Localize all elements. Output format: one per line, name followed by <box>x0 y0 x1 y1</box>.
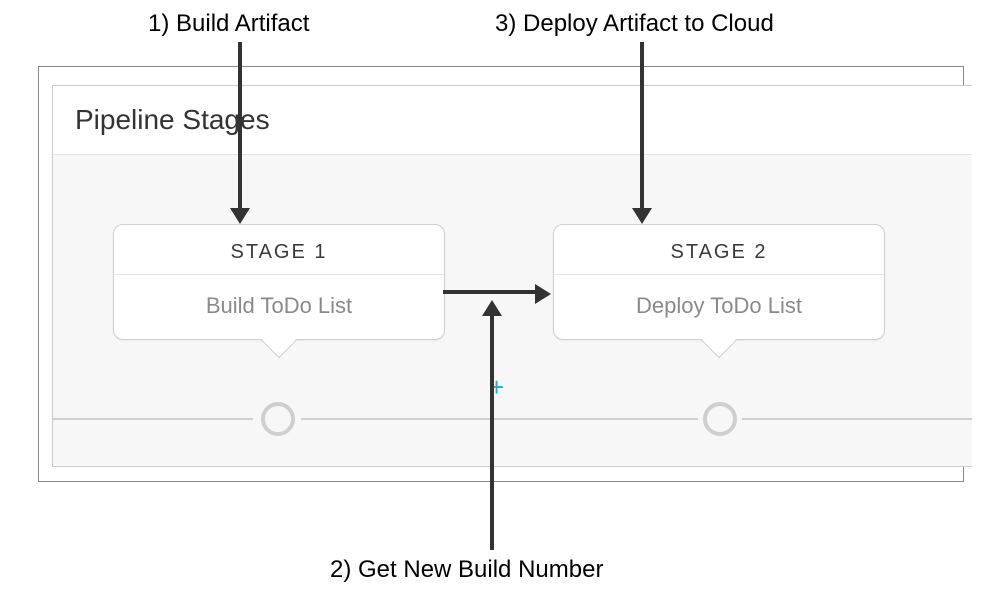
arrow-1-line <box>238 42 242 210</box>
track-line-left <box>53 418 253 420</box>
stage-2-name: Deploy ToDo List <box>554 275 884 339</box>
stage-1-name: Build ToDo List <box>114 275 444 339</box>
arrow-1-head-icon <box>230 208 250 224</box>
pipeline-stages-panel: Pipeline Stages STAGE 1 Build ToDo List … <box>52 85 972 467</box>
annotation-2-build-number: 2) Get New Build Number <box>330 556 603 584</box>
track-node-2[interactable] <box>703 402 737 436</box>
track-line-middle <box>301 418 698 420</box>
stage-connector-line <box>443 290 537 294</box>
annotation-1-build-artifact: 1) Build Artifact <box>148 10 309 38</box>
track-node-1[interactable] <box>261 402 295 436</box>
diagram-canvas: 1) Build Artifact 3) Deploy Artifact to … <box>0 0 1007 613</box>
annotation-3-deploy-artifact: 3) Deploy Artifact to Cloud <box>495 10 774 38</box>
stage-1-label: STAGE 1 <box>114 225 444 275</box>
arrow-3-head-icon <box>632 208 652 224</box>
stage-2-label: STAGE 2 <box>554 225 884 275</box>
stage-card-1[interactable]: STAGE 1 Build ToDo List <box>113 224 445 340</box>
track-line-right <box>742 418 972 420</box>
arrow-2-head-icon <box>482 300 502 316</box>
stage-card-2[interactable]: STAGE 2 Deploy ToDo List <box>553 224 885 340</box>
arrow-2-line <box>490 314 494 550</box>
arrow-3-line <box>640 42 644 210</box>
stage-connector-head-icon <box>535 284 551 304</box>
panel-header: Pipeline Stages <box>53 86 972 155</box>
